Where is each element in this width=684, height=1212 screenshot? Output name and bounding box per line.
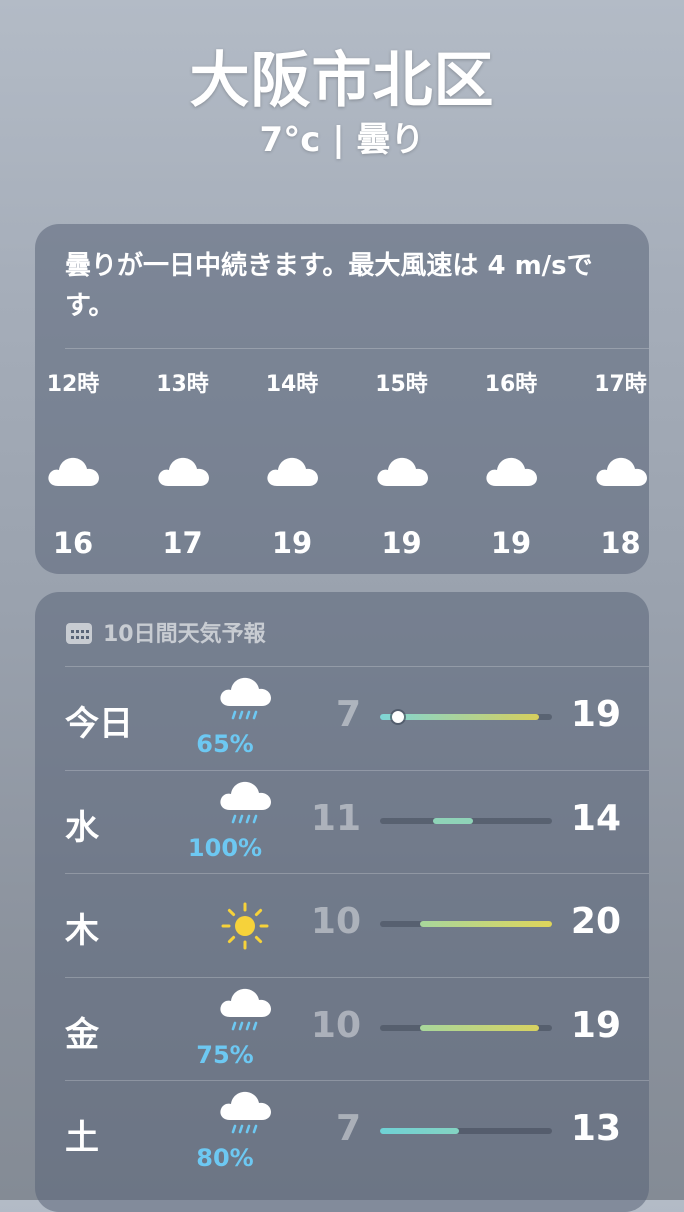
low-temp: 10 xyxy=(310,901,361,942)
hour-item: 12時 16 xyxy=(18,366,128,560)
temp-range-bar xyxy=(380,921,552,927)
hour-temp: 19 xyxy=(271,526,313,560)
cloud-icon xyxy=(128,452,238,492)
temp-range-fill xyxy=(419,921,552,927)
divider xyxy=(65,348,649,349)
hourly-forecast-card[interactable]: 曇りが一日中続きます。最大風速は 4 m/sです。 12時 16 13時 17 14時 1… xyxy=(35,224,649,574)
cloud-icon xyxy=(237,452,347,492)
row-divider xyxy=(65,769,649,771)
hour-temp: 16 xyxy=(52,526,94,560)
hour-temp: 17 xyxy=(162,526,203,560)
day-row[interactable]: 土 80% 7 13 xyxy=(35,1080,649,1183)
low-temp: 7 xyxy=(335,694,361,735)
hour-time: 14時 xyxy=(265,372,319,397)
temp-range-bar xyxy=(380,711,552,723)
temp-range-fill xyxy=(380,1128,460,1134)
hour-temp: 18 xyxy=(600,526,641,560)
low-temp: 10 xyxy=(310,1004,361,1046)
day-label: 金 xyxy=(65,1014,99,1055)
hour-item: 15時 19 xyxy=(347,366,457,560)
high-temp: 19 xyxy=(570,1004,621,1046)
temp-range-bar xyxy=(380,1024,552,1031)
hour-item: 13時 17 xyxy=(128,366,238,560)
cloud-icon xyxy=(456,452,566,492)
row-divider xyxy=(65,666,649,667)
cloud-rain-icon xyxy=(195,780,295,832)
weather-summary: 曇りが一日中続きます。最大風速は 4 m/sです。 xyxy=(65,251,593,321)
day-row[interactable]: 今日 65% 7 19 xyxy=(35,666,649,769)
high-temp: 19 xyxy=(570,694,621,735)
day-row[interactable]: 水 100% 11 14 xyxy=(35,769,649,873)
hour-item: 16時 19 xyxy=(456,366,566,560)
day-label: 木 xyxy=(65,911,99,951)
ten-day-title: 10日間天気予報 xyxy=(65,616,266,651)
hour-time: 16時 xyxy=(484,372,538,397)
hour-item: 14時 19 xyxy=(237,366,347,560)
day-label: 水 xyxy=(65,807,99,848)
temp-range-fill xyxy=(432,817,473,824)
row-divider xyxy=(65,1080,649,1081)
hour-temp: 19 xyxy=(381,526,422,560)
current-condition: 7°c | 曇り xyxy=(259,120,425,160)
day-label: 今日 xyxy=(65,704,133,744)
cloud-rain-icon xyxy=(195,1090,295,1142)
precip-chance: 100% xyxy=(187,833,263,862)
current-temp-marker xyxy=(392,711,404,723)
day-row[interactable]: 金 75% 10 19 xyxy=(35,976,649,1080)
high-temp: 14 xyxy=(570,797,621,839)
hour-time: 15時 xyxy=(375,372,428,397)
low-temp: 7 xyxy=(335,1108,361,1149)
low-temp: 11 xyxy=(310,797,361,839)
ten-day-title-label: 10日間天気予報 xyxy=(103,622,266,647)
temp-range-fill xyxy=(419,1024,539,1031)
precip-chance: 75% xyxy=(196,1040,254,1069)
hour-time: 17時 xyxy=(594,372,647,397)
precip-chance: 80% xyxy=(196,1144,254,1172)
row-divider xyxy=(65,976,649,978)
cloud-rain-icon xyxy=(195,676,295,728)
hour-item: 17時 18 xyxy=(566,366,676,560)
temp-range-bar xyxy=(380,817,552,824)
cloud-icon xyxy=(566,452,676,492)
day-label: 土 xyxy=(65,1118,99,1158)
cloud-rain-icon xyxy=(195,987,295,1039)
high-temp: 13 xyxy=(570,1108,621,1149)
precip-chance: 65% xyxy=(196,730,254,758)
temp-range-bar xyxy=(380,1128,552,1134)
day-row[interactable]: 木 10 20 xyxy=(35,873,649,976)
row-divider xyxy=(65,873,649,874)
hour-temp: 19 xyxy=(490,526,532,560)
cloud-icon xyxy=(18,452,128,492)
high-temp: 20 xyxy=(570,901,621,942)
ten-day-forecast-card[interactable]: 10日間天気予報 今日 65% 7 19 水 100% 11 14 木 10 20 金 75% 10 19 土… xyxy=(35,592,649,1212)
city-name: 大阪市北区 xyxy=(189,46,495,116)
cloud-icon xyxy=(347,452,457,492)
hour-time: 12時 xyxy=(46,372,100,397)
calendar-icon xyxy=(65,621,93,651)
hour-time: 13時 xyxy=(156,372,209,397)
sun-icon xyxy=(195,901,295,955)
